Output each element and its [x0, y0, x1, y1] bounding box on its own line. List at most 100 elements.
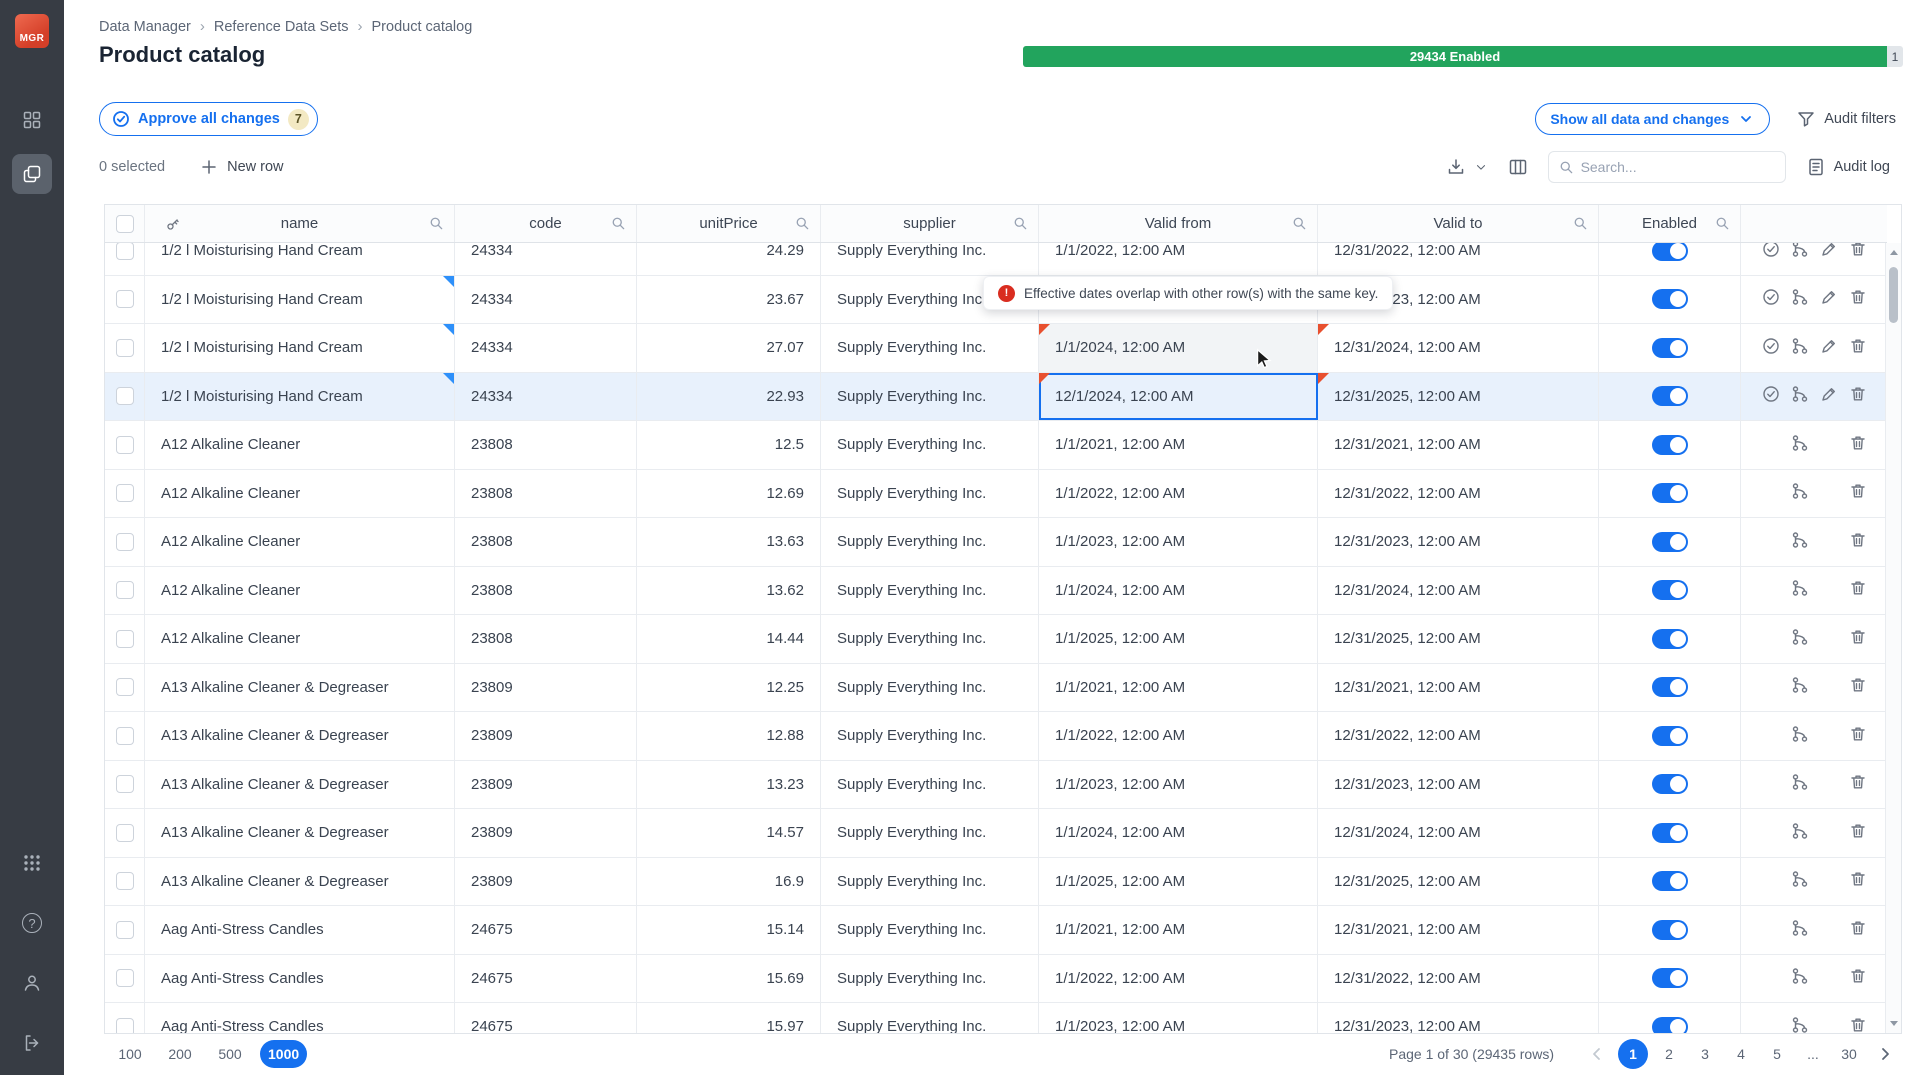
- row-checkbox[interactable]: [116, 243, 134, 260]
- name-cell[interactable]: A13 Alkaline Cleaner & Degreaser: [145, 712, 455, 760]
- delete-row-button[interactable]: [1849, 531, 1867, 553]
- row-checkbox[interactable]: [116, 969, 134, 987]
- valid-from-cell[interactable]: 1/1/2021, 12:00 AM: [1039, 421, 1318, 469]
- enabled-toggle[interactable]: [1652, 871, 1688, 891]
- row-history-button[interactable]: [1791, 870, 1809, 892]
- valid-to-cell[interactable]: 12/31/2023, 12:00 AM: [1318, 518, 1599, 566]
- valid-to-cell[interactable]: 12/31/2024, 12:00 AM: [1318, 567, 1599, 615]
- unitprice-cell[interactable]: 24.29: [637, 243, 821, 275]
- unitprice-cell[interactable]: 15.97: [637, 1003, 821, 1033]
- name-cell[interactable]: Aag Anti-Stress Candles: [145, 955, 455, 1003]
- code-cell[interactable]: 24675: [455, 906, 637, 954]
- next-page-button[interactable]: [1870, 1039, 1900, 1069]
- valid-from-cell[interactable]: 1/1/2022, 12:00 AM: [1039, 712, 1318, 760]
- enabled-toggle[interactable]: [1652, 726, 1688, 746]
- row-checkbox[interactable]: [116, 484, 134, 502]
- valid-from-cell[interactable]: 1/1/2022, 12:00 AM: [1039, 470, 1318, 518]
- delete-row-button[interactable]: [1849, 725, 1867, 747]
- valid-from-cell[interactable]: 1/1/2022, 12:00 AM: [1039, 243, 1318, 275]
- valid-to-cell[interactable]: 12/31/2025, 12:00 AM: [1318, 615, 1599, 663]
- unitprice-cell[interactable]: 12.88: [637, 712, 821, 760]
- delete-row-button[interactable]: [1849, 676, 1867, 698]
- unitprice-cell[interactable]: 22.93: [637, 373, 821, 421]
- name-cell[interactable]: 1/2 l Moisturising Hand Cream: [145, 324, 455, 372]
- unitprice-cell[interactable]: 27.07: [637, 324, 821, 372]
- column-search-icon[interactable]: [1292, 216, 1307, 231]
- code-cell[interactable]: 24334: [455, 276, 637, 324]
- name-cell[interactable]: Aag Anti-Stress Candles: [145, 906, 455, 954]
- show-all-data-dropdown[interactable]: Show all data and changes: [1535, 103, 1770, 135]
- enabled-toggle[interactable]: [1652, 1017, 1688, 1033]
- valid-from-cell[interactable]: 1/1/2021, 12:00 AM: [1039, 664, 1318, 712]
- user-profile-button[interactable]: [12, 963, 52, 1003]
- valid-to-cell[interactable]: 12/31/2023, 12:00 AM: [1318, 761, 1599, 809]
- row-history-button[interactable]: [1791, 243, 1809, 262]
- valid-from-cell[interactable]: 1/1/2024, 12:00 AM: [1039, 324, 1318, 372]
- row-history-button[interactable]: [1791, 628, 1809, 650]
- name-cell[interactable]: A12 Alkaline Cleaner: [145, 518, 455, 566]
- sidebar-item-dashboard[interactable]: [12, 100, 52, 140]
- name-cell[interactable]: Aag Anti-Stress Candles: [145, 1003, 455, 1033]
- delete-row-button[interactable]: [1849, 482, 1867, 504]
- delete-row-button[interactable]: [1849, 822, 1867, 844]
- code-cell[interactable]: 23809: [455, 712, 637, 760]
- enabled-toggle[interactable]: [1652, 386, 1688, 406]
- new-row-button[interactable]: New row: [199, 157, 283, 177]
- enabled-toggle[interactable]: [1652, 243, 1688, 261]
- row-checkbox[interactable]: [116, 1018, 134, 1033]
- name-cell[interactable]: 1/2 l Moisturising Hand Cream: [145, 243, 455, 275]
- edit-row-button[interactable]: [1820, 337, 1838, 359]
- unitprice-cell[interactable]: 15.14: [637, 906, 821, 954]
- code-cell[interactable]: 23808: [455, 421, 637, 469]
- supplier-cell[interactable]: Supply Everything Inc.: [821, 470, 1039, 518]
- code-cell[interactable]: 23809: [455, 858, 637, 906]
- valid-from-cell[interactable]: 1/1/2021, 12:00 AM: [1039, 906, 1318, 954]
- delete-row-button[interactable]: [1849, 434, 1867, 456]
- enabled-toggle[interactable]: [1652, 338, 1688, 358]
- enabled-toggle[interactable]: [1652, 435, 1688, 455]
- valid-from-cell[interactable]: 1/1/2023, 12:00 AM: [1039, 761, 1318, 809]
- supplier-cell[interactable]: Supply Everything Inc.: [821, 518, 1039, 566]
- approve-row-button[interactable]: [1762, 385, 1780, 407]
- delete-row-button[interactable]: [1849, 243, 1867, 262]
- valid-to-cell[interactable]: 12/31/2021, 12:00 AM: [1318, 664, 1599, 712]
- name-cell[interactable]: A12 Alkaline Cleaner: [145, 567, 455, 615]
- scroll-up-arrow[interactable]: [1890, 250, 1898, 255]
- supplier-cell[interactable]: Supply Everything Inc.: [821, 809, 1039, 857]
- page-button-1[interactable]: 1: [1618, 1039, 1648, 1069]
- supplier-cell[interactable]: Supply Everything Inc.: [821, 324, 1039, 372]
- page-button-4[interactable]: 4: [1726, 1039, 1756, 1069]
- breadcrumb-reference-data-sets[interactable]: Reference Data Sets: [214, 19, 349, 35]
- supplier-cell[interactable]: Supply Everything Inc.: [821, 615, 1039, 663]
- row-checkbox[interactable]: [116, 824, 134, 842]
- name-cell[interactable]: A13 Alkaline Cleaner & Degreaser: [145, 664, 455, 712]
- row-checkbox[interactable]: [116, 436, 134, 454]
- column-header-code[interactable]: code: [455, 205, 637, 242]
- page-button-2[interactable]: 2: [1654, 1039, 1684, 1069]
- code-cell[interactable]: 23809: [455, 809, 637, 857]
- code-cell[interactable]: 23808: [455, 518, 637, 566]
- valid-to-cell[interactable]: 12/31/2024, 12:00 AM: [1318, 324, 1599, 372]
- table-scrollbar[interactable]: [1885, 243, 1901, 1033]
- unitprice-cell[interactable]: 12.25: [637, 664, 821, 712]
- page-button-30[interactable]: 30: [1834, 1039, 1864, 1069]
- approve-all-changes-button[interactable]: Approve all changes 7: [99, 102, 318, 136]
- name-cell[interactable]: 1/2 l Moisturising Hand Cream: [145, 373, 455, 421]
- valid-to-cell[interactable]: 12/31/2022, 12:00 AM: [1318, 712, 1599, 760]
- row-checkbox[interactable]: [116, 387, 134, 405]
- column-header-name[interactable]: name: [145, 205, 455, 242]
- previous-page-button[interactable]: [1582, 1039, 1612, 1069]
- row-checkbox[interactable]: [116, 678, 134, 696]
- row-checkbox[interactable]: [116, 533, 134, 551]
- unitprice-cell[interactable]: 23.67: [637, 276, 821, 324]
- row-checkbox[interactable]: [116, 630, 134, 648]
- delete-row-button[interactable]: [1849, 870, 1867, 892]
- edit-row-button[interactable]: [1820, 243, 1838, 262]
- delete-row-button[interactable]: [1849, 773, 1867, 795]
- breadcrumb-data-manager[interactable]: Data Manager: [99, 19, 191, 35]
- code-cell[interactable]: 23808: [455, 470, 637, 518]
- unitprice-cell[interactable]: 15.69: [637, 955, 821, 1003]
- audit-log-button[interactable]: Audit log: [1806, 157, 1890, 177]
- unitprice-cell[interactable]: 13.23: [637, 761, 821, 809]
- unitprice-cell[interactable]: 12.5: [637, 421, 821, 469]
